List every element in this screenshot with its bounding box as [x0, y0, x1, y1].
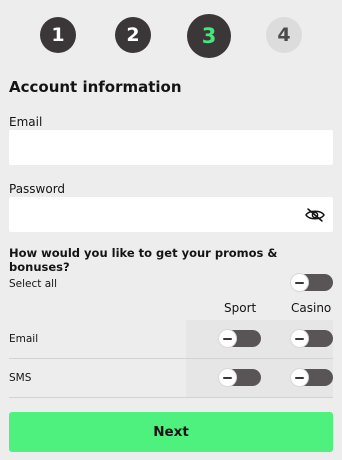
promo-row-email: Email — [9, 320, 333, 359]
password-field[interactable] — [9, 197, 333, 232]
section-heading: Account information — [9, 78, 182, 96]
step-2: 2 — [115, 17, 151, 53]
row-label-email: Email — [9, 333, 39, 345]
progress-stepper: 1 2 3 4 — [0, 14, 342, 58]
select-all-label: Select all — [9, 278, 57, 290]
next-button[interactable]: Next — [9, 412, 333, 452]
eye-slash-icon[interactable] — [304, 207, 326, 223]
step-3-current: 3 — [187, 14, 231, 58]
email-casino-toggle[interactable] — [290, 329, 333, 348]
step-1: 1 — [40, 17, 76, 53]
row-label-sms: SMS — [9, 372, 32, 384]
column-sport: Sport — [224, 301, 257, 315]
promo-row-sms: SMS — [9, 359, 333, 398]
email-label: Email — [9, 115, 43, 129]
step-4: 4 — [266, 17, 302, 53]
email-field[interactable] — [9, 130, 333, 165]
toggle-knob — [290, 368, 309, 387]
email-sport-toggle[interactable] — [218, 329, 261, 348]
select-all-toggle[interactable] — [290, 273, 333, 292]
toggle-knob — [290, 273, 309, 292]
toggle-knob — [218, 368, 237, 387]
column-casino: Casino — [291, 301, 332, 315]
promos-question: How would you like to get your promos & … — [9, 246, 278, 274]
sms-sport-toggle[interactable] — [218, 368, 261, 387]
toggle-knob — [290, 329, 309, 348]
sms-casino-toggle[interactable] — [290, 368, 333, 387]
password-label: Password — [9, 182, 66, 196]
toggle-knob — [218, 329, 237, 348]
